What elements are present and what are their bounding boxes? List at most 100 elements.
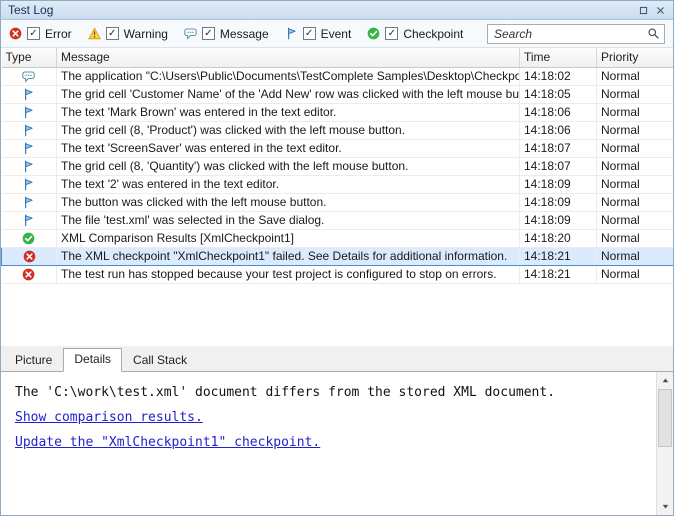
type-cell: [2, 103, 57, 121]
close-icon: [655, 5, 666, 16]
type-cell: [2, 211, 57, 229]
priority-cell: Normal: [597, 211, 674, 229]
message-cell: The test run has stopped because your te…: [57, 265, 520, 283]
column-header-type[interactable]: Type: [2, 48, 57, 67]
event-icon: [22, 214, 35, 227]
time-cell: 14:18:07: [520, 139, 597, 157]
time-cell: 14:18:07: [520, 157, 597, 175]
message-icon: [22, 70, 35, 83]
message-cell: The grid cell (8, 'Quantity') was clicke…: [57, 157, 520, 175]
details-panel: The 'C:\work\test.xml' document differs …: [1, 372, 673, 515]
log-row[interactable]: The application "C:\Users\Public\Documen…: [2, 67, 674, 85]
scroll-track[interactable]: [657, 389, 673, 498]
type-cell: [2, 247, 57, 265]
priority-cell: Normal: [597, 193, 674, 211]
message-cell: The grid cell (8, 'Product') was clicked…: [57, 121, 520, 139]
message-cell: The text 'Mark Brown' was entered in the…: [57, 103, 520, 121]
warning-filter-label: Warning: [124, 27, 168, 41]
message-cell: The application "C:\Users\Public\Documen…: [57, 67, 520, 85]
column-header-time[interactable]: Time: [520, 48, 597, 67]
tab-picture[interactable]: Picture: [4, 349, 63, 371]
error-icon: [9, 27, 22, 40]
arrow-up-icon: [661, 376, 670, 385]
log-row[interactable]: The text 'ScreenSaver' was entered in th…: [2, 139, 674, 157]
tab-call-stack[interactable]: Call Stack: [122, 349, 198, 371]
error-checkbox[interactable]: [27, 27, 40, 40]
search-box: [487, 24, 665, 44]
priority-cell: Normal: [597, 103, 674, 121]
details-scrollbar[interactable]: [656, 372, 673, 515]
update-checkpoint-link[interactable]: Update the "XmlCheckpoint1" checkpoint.: [15, 435, 320, 450]
log-table-header: Type Message Time Priority: [2, 48, 674, 67]
type-cell: [2, 139, 57, 157]
filter-checkpoint: Checkpoint: [367, 27, 463, 41]
event-icon: [22, 178, 35, 191]
log-row[interactable]: The text 'Mark Brown' was entered in the…: [2, 103, 674, 121]
maximize-icon: [638, 5, 649, 16]
log-table-body: The application "C:\Users\Public\Documen…: [2, 67, 674, 283]
time-cell: 14:18:20: [520, 229, 597, 247]
column-header-priority[interactable]: Priority: [597, 48, 674, 67]
log-row[interactable]: The file 'test.xml' was selected in the …: [2, 211, 674, 229]
log-row[interactable]: The grid cell 'Customer Name' of the 'Ad…: [2, 85, 674, 103]
time-cell: 14:18:21: [520, 265, 597, 283]
scroll-up-button[interactable]: [657, 372, 673, 389]
priority-cell: Normal: [597, 67, 674, 85]
details-tabstrip: Picture Details Call Stack: [1, 346, 673, 372]
tab-details[interactable]: Details: [63, 348, 122, 372]
log-row[interactable]: The grid cell (8, 'Quantity') was clicke…: [2, 157, 674, 175]
type-cell: [2, 175, 57, 193]
log-row[interactable]: XML Comparison Results [XmlCheckpoint1]1…: [2, 229, 674, 247]
event-icon: [22, 142, 35, 155]
event-filter-label: Event: [321, 27, 352, 41]
arrow-down-icon: [661, 502, 670, 511]
log-row[interactable]: The XML checkpoint "XmlCheckpoint1" fail…: [2, 247, 674, 265]
time-cell: 14:18:09: [520, 193, 597, 211]
priority-cell: Normal: [597, 85, 674, 103]
time-cell: 14:18:02: [520, 67, 597, 85]
type-cell: [2, 265, 57, 283]
priority-cell: Normal: [597, 139, 674, 157]
checkpoint-filter-label: Checkpoint: [403, 27, 463, 41]
priority-cell: Normal: [597, 175, 674, 193]
scroll-down-button[interactable]: [657, 498, 673, 515]
close-button[interactable]: [652, 3, 669, 18]
event-checkbox[interactable]: [303, 27, 316, 40]
message-checkbox[interactable]: [202, 27, 215, 40]
maximize-button[interactable]: [635, 3, 652, 18]
filter-warning: Warning: [88, 27, 168, 41]
time-cell: 14:18:21: [520, 247, 597, 265]
message-cell: The text '2' was entered in the text edi…: [57, 175, 520, 193]
log-row[interactable]: The test run has stopped because your te…: [2, 265, 674, 283]
details-text: The 'C:\work\test.xml' document differs …: [15, 385, 642, 400]
time-cell: 14:18:06: [520, 121, 597, 139]
scroll-thumb[interactable]: [658, 389, 672, 447]
warning-checkbox[interactable]: [106, 27, 119, 40]
priority-cell: Normal: [597, 157, 674, 175]
window-title: Test Log: [8, 3, 635, 17]
time-cell: 14:18:09: [520, 211, 597, 229]
checkpoint-checkbox[interactable]: [385, 27, 398, 40]
log-row[interactable]: The button was clicked with the left mou…: [2, 193, 674, 211]
details-content: The 'C:\work\test.xml' document differs …: [1, 372, 656, 515]
error-icon: [22, 268, 35, 281]
checkpoint-icon: [367, 27, 380, 40]
column-header-message[interactable]: Message: [57, 48, 520, 67]
message-cell: The file 'test.xml' was selected in the …: [57, 211, 520, 229]
titlebar: Test Log: [1, 1, 673, 20]
error-filter-label: Error: [45, 27, 72, 41]
priority-cell: Normal: [597, 247, 674, 265]
log-table: Type Message Time Priority The applicati…: [1, 48, 673, 284]
log-table-area: Type Message Time Priority The applicati…: [1, 48, 673, 346]
message-cell: The text 'ScreenSaver' was entered in th…: [57, 139, 520, 157]
log-row[interactable]: The grid cell (8, 'Product') was clicked…: [2, 121, 674, 139]
search-input[interactable]: [494, 27, 647, 41]
event-icon: [285, 27, 298, 40]
message-icon: [184, 27, 197, 40]
error-icon: [23, 250, 36, 263]
show-comparison-results-link[interactable]: Show comparison results.: [15, 410, 203, 425]
search-icon[interactable]: [647, 27, 660, 40]
log-row[interactable]: The text '2' was entered in the text edi…: [2, 175, 674, 193]
message-cell: XML Comparison Results [XmlCheckpoint1]: [57, 229, 520, 247]
details-section: Picture Details Call Stack The 'C:\work\…: [1, 346, 673, 515]
